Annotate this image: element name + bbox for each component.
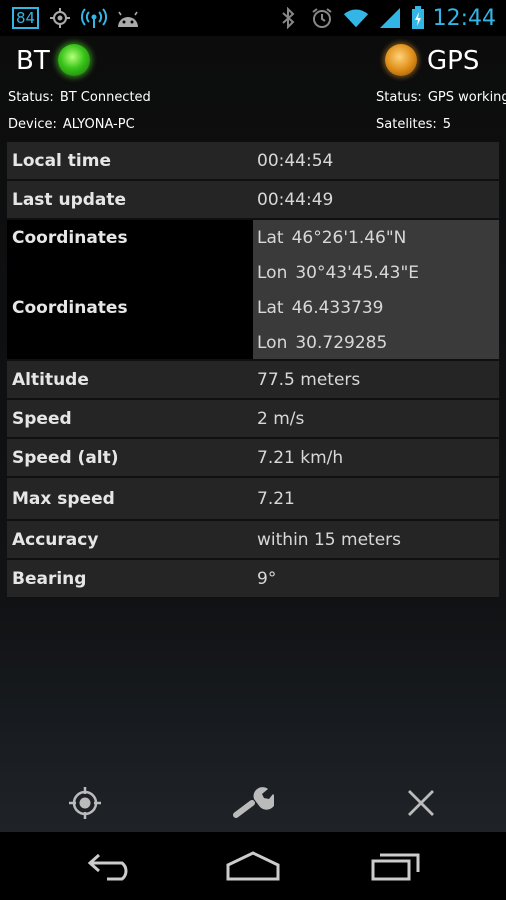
close-icon: [408, 790, 434, 816]
max-speed-label: Max speed: [12, 488, 115, 509]
recent-apps-icon: [371, 853, 420, 881]
local-time-value: 00:44:54: [257, 150, 334, 171]
recent-apps-button[interactable]: [356, 842, 436, 890]
android-icon: [115, 5, 141, 31]
lon-dms-line: Lon 30°43'45.43"E: [253, 255, 499, 290]
table-row-speed: Speed 2 m/s: [7, 400, 499, 439]
lon-dec-value: 30.729285: [295, 332, 388, 353]
lat-dec-value: 46.433739: [291, 297, 384, 318]
gps-data-table: Local time 00:44:54 Last update 00:44:49…: [7, 142, 499, 599]
signal-icon: [377, 5, 403, 31]
home-button[interactable]: [213, 842, 293, 890]
connection-header: BT GPS: [0, 40, 506, 84]
gps-status-line: Status: GPS working: [376, 90, 506, 105]
back-icon: [87, 853, 128, 881]
notification-count-badge: 84: [12, 7, 40, 29]
gps-status-value: GPS working: [427, 90, 506, 105]
alarm-icon: [309, 5, 335, 31]
bt-status-label: Status:: [8, 90, 54, 105]
gps-satellites-line: Satelites: 5: [376, 117, 451, 132]
lat-dms-label: Lat: [257, 227, 284, 248]
locate-icon: [69, 787, 101, 819]
speed-label: Speed: [12, 408, 72, 429]
gps-satellites-value: 5: [442, 117, 452, 132]
settings-wrench-icon: [233, 787, 274, 818]
hotspot-icon: [81, 5, 108, 31]
home-icon: [226, 851, 280, 881]
last-update-label: Last update: [12, 189, 127, 210]
altitude-label: Altitude: [12, 369, 89, 390]
table-row-altitude: Altitude 77.5 meters: [7, 361, 499, 400]
table-row-max-speed: Max speed 7.21: [7, 478, 499, 521]
gps-location-icon: [47, 5, 73, 31]
bt-device-line: Device: ALYONA-PC: [8, 117, 135, 132]
locate-button[interactable]: [58, 776, 112, 830]
local-time-label: Local time: [12, 150, 112, 171]
settings-button[interactable]: [226, 776, 280, 830]
last-update-value: 00:44:49: [257, 189, 334, 210]
lon-dec-label: Lon: [257, 332, 288, 353]
accuracy-value: within 15 meters: [257, 529, 401, 550]
bt-status-line: Status: BT Connected: [8, 90, 151, 105]
gps-status-label: Status:: [376, 90, 422, 105]
bluetooth-icon: [275, 5, 301, 31]
clock-time: 12:44: [432, 5, 496, 31]
lon-dms-label: Lon: [257, 262, 288, 283]
bearing-label: Bearing: [12, 568, 87, 589]
bt-device-value: ALYONA-PC: [62, 117, 135, 132]
action-toolbar: [0, 776, 506, 830]
gps-satellites-label: Satelites:: [376, 117, 437, 132]
gps-status-led: [385, 44, 417, 76]
bearing-value: 9°: [257, 568, 277, 589]
lat-dec-label: Lat: [257, 297, 284, 318]
lat-dec-line: Lat 46.433739: [253, 290, 499, 325]
bt-title: BT: [16, 46, 50, 76]
lat-dms-line: Lat 46°26'1.46"N: [253, 220, 499, 255]
lon-dms-value: 30°43'45.43"E: [295, 262, 420, 283]
lat-dms-value: 46°26'1.46"N: [291, 227, 407, 248]
altitude-value: 77.5 meters: [257, 369, 361, 390]
gps-title: GPS: [427, 46, 480, 76]
coordinates-dec-label: Coordinates: [12, 298, 128, 318]
coordinates-dms-label: Coordinates: [12, 228, 128, 248]
table-row-local-time: Local time 00:44:54: [7, 142, 499, 181]
bt-device-label: Device:: [8, 117, 57, 132]
wifi-icon: [343, 5, 369, 31]
coordinates-block: Coordinates Coordinates Lat 46°26'1.46"N …: [7, 220, 499, 361]
lon-dec-line: Lon 30.729285: [253, 325, 499, 360]
close-button[interactable]: [394, 776, 448, 830]
status-bar: 84 12:44: [0, 0, 506, 36]
table-row-speed-alt: Speed (alt) 7.21 km/h: [7, 439, 499, 478]
table-row-bearing: Bearing 9°: [7, 560, 499, 599]
max-speed-value: 7.21: [257, 488, 295, 509]
speed-alt-value: 7.21 km/h: [257, 447, 344, 468]
battery-charging-icon: [411, 5, 425, 31]
speed-value: 2 m/s: [257, 408, 305, 429]
speed-alt-label: Speed (alt): [12, 447, 119, 468]
accuracy-label: Accuracy: [12, 529, 99, 550]
bt-status-value: BT Connected: [59, 90, 151, 105]
back-button[interactable]: [72, 842, 152, 890]
system-navigation-bar: [0, 832, 506, 900]
table-row-last-update: Last update 00:44:49: [7, 181, 499, 220]
table-row-accuracy: Accuracy within 15 meters: [7, 521, 499, 560]
bt-status-led: [58, 44, 90, 76]
